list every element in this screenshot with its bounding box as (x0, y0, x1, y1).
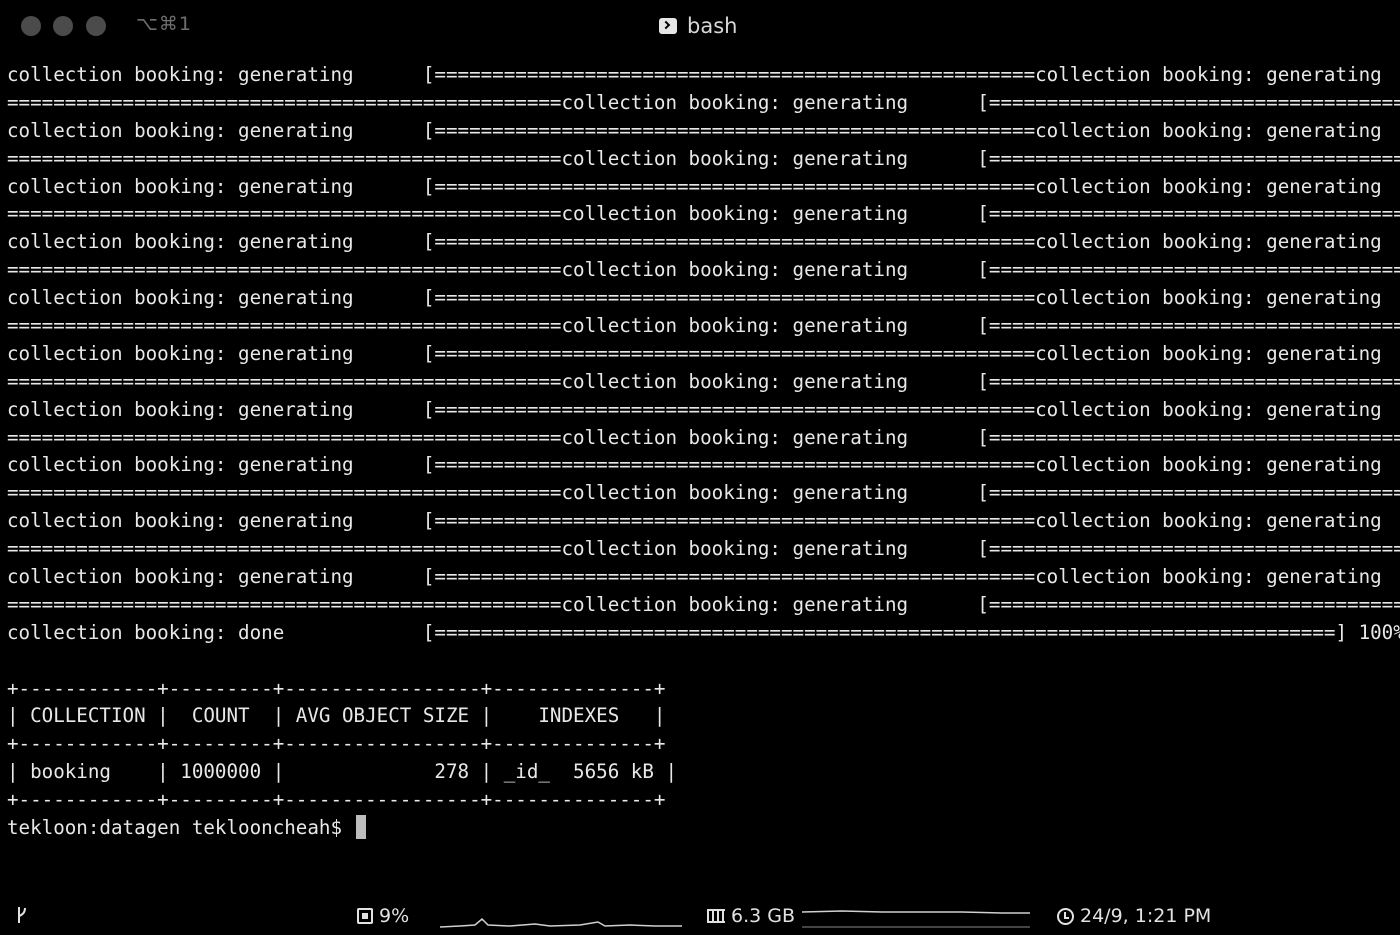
terminal-line: collection booking: generating [========… (7, 397, 1400, 421)
minimize-button[interactable] (53, 16, 73, 36)
terminal-window: ⌥⌘1 bash collection booking: generating … (0, 0, 1400, 935)
status-bar: 9% 6.3 GB 24/9, 1:21 PM (0, 897, 1400, 935)
terminal-icon (659, 18, 677, 34)
close-button[interactable] (21, 16, 41, 36)
terminal-line: ========================================… (7, 425, 1400, 449)
clock: 24/9, 1:21 PM (1057, 905, 1211, 927)
git-branch-icon (15, 905, 29, 925)
title-bar[interactable]: ⌥⌘1 bash (0, 0, 1400, 52)
terminal-line: ========================================… (7, 537, 1400, 561)
terminal-line: collection booking: generating [========… (7, 453, 1400, 477)
terminal-line: ========================================… (7, 314, 1400, 338)
prompt-text: tekloon:datagen teklooncheah$ (7, 816, 354, 840)
terminal-line: collection booking: generating [========… (7, 341, 1400, 365)
memory-icon (707, 909, 725, 923)
memory-sparkline (802, 910, 1030, 928)
git-branch-glyph (18, 907, 26, 923)
terminal-line: +------------+---------+----------------… (7, 788, 666, 812)
window-title-text: bash (687, 14, 738, 38)
terminal-line: collection booking: generating [========… (7, 63, 1400, 86)
terminal-line: collection booking: generating [========… (7, 509, 1400, 533)
terminal-line: ========================================… (7, 369, 1400, 393)
maximize-button[interactable] (86, 16, 106, 36)
terminal-line: collection booking: generating [========… (7, 174, 1400, 198)
terminal-line: collection booking: generating [========… (7, 565, 1400, 589)
terminal-line: ========================================… (7, 592, 1400, 616)
text-cursor (355, 815, 366, 840)
cpu-chip-icon (357, 908, 373, 924)
memory-usage: 6.3 GB (707, 905, 795, 927)
prompt-line[interactable]: tekloon:datagen teklooncheah$ (7, 814, 1400, 842)
window-title: bash (659, 12, 737, 40)
terminal-line: ========================================… (7, 90, 1400, 114)
terminal-line: collection booking: done [==============… (7, 620, 1400, 644)
terminal-line: ========================================… (7, 258, 1400, 282)
cpu-usage: 9% (357, 905, 409, 927)
terminal-line: ========================================… (7, 146, 1400, 170)
terminal-output[interactable]: collection booking: generating [========… (7, 61, 1400, 842)
terminal-line: | booking | 1000000 | 278 | _id_ 5656 kB… (7, 760, 678, 784)
cpu-sparkline (440, 917, 682, 928)
terminal-line: ========================================… (7, 202, 1400, 226)
terminal-line: collection booking: generating [========… (7, 118, 1400, 142)
tab-shortcut-label: ⌥⌘1 (136, 13, 192, 35)
terminal-line: | COLLECTION | COUNT | AVG OBJECT SIZE |… (7, 704, 666, 728)
memory-usage-value: 6.3 GB (731, 905, 796, 927)
clock-icon (1057, 907, 1074, 925)
clock-value: 24/9, 1:21 PM (1080, 905, 1212, 927)
terminal-line: ========================================… (7, 481, 1400, 505)
terminal-line: +------------+---------+----------------… (7, 732, 666, 756)
terminal-line: collection booking: generating [========… (7, 230, 1400, 254)
terminal-line: +------------+---------+----------------… (7, 676, 666, 700)
terminal-line: collection booking: generating [========… (7, 286, 1400, 310)
output-lines: collection booking: generating [========… (7, 61, 1400, 814)
cpu-usage-value: 9% (379, 905, 410, 927)
